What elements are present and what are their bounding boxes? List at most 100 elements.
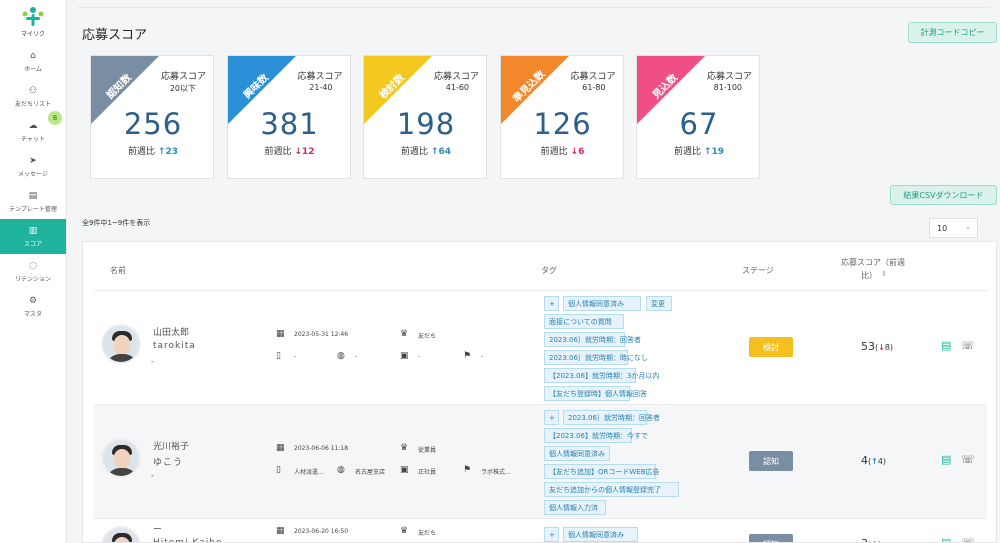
logo-icon — [22, 7, 44, 26]
tag-chip[interactable]: 変更 — [646, 296, 672, 311]
table-row[interactable]: ー Hitomi Kaibo ▦ 2023-06-20 16:50 ♛ 友だち + 個人情報同… — [94, 518, 987, 542]
id-card-icon: ▣ — [400, 465, 409, 475]
add-tag-button[interactable]: + — [544, 527, 559, 542]
sidebar-item-label: テンプレート管理 — [9, 205, 57, 213]
tag-chip[interactable]: 【2023.06】就労時期：3か月以内 — [544, 368, 659, 383]
crown-icon: ♛ — [400, 526, 409, 536]
comparison-delta: 6 — [578, 147, 585, 157]
logo-text: マイリク — [20, 31, 45, 38]
chat-icon[interactable]: ☏ — [961, 536, 975, 542]
tag-chip[interactable]: 個人情報同意済み — [563, 527, 638, 542]
user-name[interactable]: 山田太郎 — [153, 325, 189, 338]
comparison-label: 前週比 — [128, 147, 156, 157]
tag-chip[interactable]: 個人情報同意済み — [544, 446, 610, 461]
card-value: 381 — [260, 107, 319, 141]
card-label: 応募スコア — [706, 72, 752, 82]
avatar — [101, 438, 141, 478]
chat-icon: ☁ — [28, 120, 38, 131]
sort-icon[interactable]: ⇕ — [881, 270, 887, 278]
chat-icon[interactable]: ☏ — [961, 453, 975, 466]
column-header-stage: ステージ — [742, 266, 774, 275]
field-company: 人材派遣... — [294, 469, 324, 476]
unread-badge: 8 — [48, 111, 62, 125]
card-comparison: 前週比 ↑23 — [91, 144, 215, 157]
registered-date: 2023-06-20 16:50 — [294, 528, 349, 535]
app-logo[interactable]: マイリク — [0, 0, 66, 44]
per-page-value: 10 — [937, 223, 948, 233]
memo-icon[interactable]: ▤ — [941, 453, 951, 466]
comparison-delta: 19 — [711, 147, 724, 157]
tag-chip[interactable]: 個人情報入力済 — [544, 500, 606, 515]
arrow-up-icon: ↑ — [871, 457, 878, 466]
calendar-icon: ▦ — [276, 443, 285, 453]
arrow-down-icon: ↓ — [878, 343, 885, 352]
csv-download-button[interactable]: 結果CSVダウンロード — [890, 185, 997, 205]
column-header-score[interactable]: 応募スコア（前週 — [841, 257, 905, 268]
tag-chip[interactable]: 【2023.06】就労時期：今すで — [544, 428, 648, 443]
comparison-label: 前週比 — [540, 147, 568, 157]
sidebar-item-template[interactable]: ▤ テンプレート管理 — [0, 184, 66, 219]
tag-chip[interactable]: 2023.06｝就労時期：回答者 — [544, 332, 641, 347]
sidebar-item-chart[interactable]: ▥ スコア — [0, 219, 66, 254]
sidebar-item-label: リテンション — [14, 275, 51, 283]
chat-icon[interactable]: ☏ — [961, 339, 975, 352]
calendar-icon: ▦ — [276, 329, 285, 339]
crown-icon: ♛ — [400, 329, 409, 339]
card-value: 126 — [533, 107, 592, 141]
user-name[interactable]: ー — [153, 522, 162, 535]
field-employer: ラボ株式... — [481, 469, 511, 476]
id-card-icon: ▣ — [400, 351, 409, 361]
sidebar-item-label: 友だちリスト — [14, 100, 51, 108]
add-tag-button[interactable]: + — [544, 296, 559, 311]
sidebar-item-send[interactable]: ➤ メッセージ — [0, 149, 66, 184]
calendar-icon: ▦ — [276, 526, 285, 536]
card-range: 41-60 — [445, 83, 469, 92]
sidebar-item-master[interactable]: ⚙ マスタ — [0, 289, 66, 324]
tag-chip[interactable]: 【友だち登録時】個人情報回答 — [544, 386, 647, 401]
score-table: 名前 タグ ステージ 応募スコア（前週 比） ⇕ 山田太郎 tarokita - ▦ 2… — [82, 241, 997, 543]
tag-chip[interactable]: 個人情報同意済み — [563, 296, 641, 311]
copy-code-button[interactable]: 計測コードコピー — [908, 22, 997, 43]
card-comparison: 前週比 ↑19 — [637, 144, 761, 157]
user-sub: - — [151, 357, 154, 366]
card-value: 256 — [123, 107, 183, 141]
column-header-score-line2: 比） — [861, 271, 877, 280]
user-name[interactable]: 光川裕子 — [153, 439, 189, 452]
main-content: 応募スコア 計測コードコピー 認知数 応募スコア 20以下 256 前週比 ↑23 興味数… — [67, 0, 1000, 543]
table-row[interactable]: 山田太郎 tarokita - ▦ 2023-05-31 12:46 ♛ 友だち ▯ - ◍ - ▣ -… — [94, 290, 987, 404]
sidebar-item-home[interactable]: ⌂ ホーム — [0, 44, 66, 79]
memo-icon[interactable]: ▤ — [941, 339, 951, 352]
memo-icon[interactable]: ▤ — [941, 536, 951, 542]
tag-chip[interactable]: 2023.06｝就労時期：時になし — [544, 350, 648, 365]
tag-chip[interactable]: 【友だち追加】QRコードWEB広告 — [544, 464, 660, 479]
stage-badge[interactable]: 認知 — [749, 451, 793, 471]
template-icon: ▤ — [28, 190, 38, 201]
per-page-select[interactable]: 10 ⌄ — [929, 218, 978, 238]
sidebar-item-retention[interactable]: ◌ リテンション — [0, 254, 66, 289]
user-kana: ゆこう — [153, 458, 184, 468]
card-range: 21-40 — [309, 83, 333, 92]
crown-icon: ♛ — [400, 443, 409, 453]
divider — [77, 7, 990, 8]
card-label: 応募スコア — [433, 72, 479, 82]
sidebar-nav: ⌂ ホーム ⚇ 友だちリスト ☁ チャット 8 ➤ メッセージ ▤ テンプレート管理 ▥ スコア ◌ リテン… — [0, 44, 66, 324]
add-tag-button[interactable]: + — [544, 410, 559, 425]
tag-chip[interactable]: 面接についての質問 — [544, 314, 624, 329]
card-label: 応募スコア — [570, 72, 616, 82]
card-range: 20以下 — [169, 84, 196, 93]
score-value: 53(↓8) — [861, 340, 894, 353]
sidebar-item-chat[interactable]: ☁ チャット 8 — [0, 111, 66, 149]
stage-badge[interactable]: 認知 — [749, 534, 793, 542]
comparison-delta: 23 — [165, 147, 178, 157]
table-row[interactable]: 光川裕子 ゆこう - ▦ 2023-06-06 11:18 ♛ 従業員 ▯ 人材派遣... ◍ 名古… — [94, 404, 987, 518]
card-label: 応募スコア — [160, 72, 206, 82]
tag-chip[interactable]: 2023.06｝就労時期：回答者 — [563, 410, 660, 425]
sidebar-item-users[interactable]: ⚇ 友だちリスト — [0, 79, 66, 114]
sidebar-item-label: スコア — [23, 240, 42, 248]
stage-badge[interactable]: 検討 — [749, 337, 793, 357]
field-employer: - — [481, 353, 484, 360]
arrow-down-icon: ↓ — [570, 147, 579, 157]
friend-type: 友だち — [418, 530, 437, 537]
card-range: 61-80 — [582, 83, 606, 92]
tag-chip[interactable]: 友だち追加からの個人情報登録完了 — [544, 482, 679, 497]
